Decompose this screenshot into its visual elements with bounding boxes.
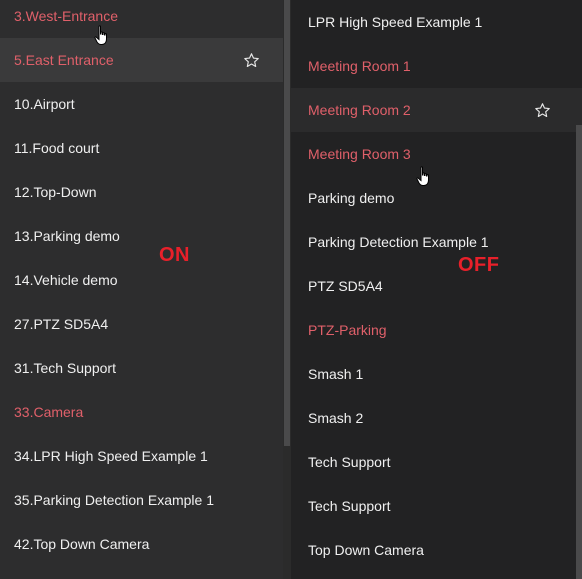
camera-item-smash-1[interactable]: Smash 1 [291, 352, 582, 396]
camera-item-label: Meeting Room 2 [308, 102, 411, 118]
camera-item-label: 35.Parking Detection Example 1 [14, 492, 214, 508]
camera-item-label: Top Down Camera [308, 542, 424, 558]
camera-item-label: 33.Camera [14, 404, 84, 420]
hand-pointer-icon [416, 166, 429, 186]
left-camera-list: 3.West-Entrance 5.East Entrance 10.Airport… [0, 0, 283, 566]
star-outline-icon[interactable] [241, 38, 261, 82]
camera-item-label: Meeting Room 3 [308, 146, 411, 162]
right-camera-list-panel: LPR High Speed Example 1 Meeting Room 1 Me… [291, 0, 582, 579]
camera-item-meeting-room-2[interactable]: Meeting Room 2 [291, 88, 582, 132]
camera-item-12-top-down[interactable]: 12.Top-Down [0, 170, 283, 214]
camera-item-label: 11.Food court [14, 140, 100, 156]
camera-item-label: Smash 2 [308, 410, 364, 426]
camera-item-label: Tech Support [308, 498, 391, 514]
camera-item-label: Parking demo [308, 190, 395, 206]
camera-item-tech-support[interactable]: Tech Support [291, 440, 582, 484]
camera-item-label: 5.East Entrance [14, 52, 114, 68]
camera-item-3-west-entrance[interactable]: 3.West-Entrance [0, 0, 283, 38]
camera-item-label: PTZ-Parking [308, 322, 387, 338]
hand-pointer-icon [94, 25, 107, 45]
camera-item-label: Meeting Room 1 [308, 58, 411, 74]
camera-item-ptz-parking[interactable]: PTZ-Parking [291, 308, 582, 352]
camera-item-label: 13.Parking demo [14, 228, 120, 244]
camera-item-13-parking-demo[interactable]: 13.Parking demo [0, 214, 283, 258]
off-annotation: OFF [458, 254, 500, 276]
camera-item-33-camera[interactable]: 33.Camera [0, 390, 283, 434]
camera-item-42-top-down-camera[interactable]: 42.Top Down Camera [0, 522, 283, 566]
camera-item-label: 34.LPR High Speed Example 1 [14, 448, 208, 464]
camera-item-label: 12.Top-Down [14, 184, 97, 200]
right-camera-list: LPR High Speed Example 1 Meeting Room 1 Me… [291, 0, 582, 572]
camera-item-label: 10.Airport [14, 96, 75, 112]
camera-item-10-airport[interactable]: 10.Airport [0, 82, 283, 126]
camera-item-label: 27.PTZ SD5A4 [14, 316, 109, 332]
camera-item-label: 31.Tech Support [14, 360, 116, 376]
camera-item-34-lpr-high-speed-example-1[interactable]: 34.LPR High Speed Example 1 [0, 434, 283, 478]
right-scrollbar[interactable] [576, 125, 582, 579]
camera-item-5-east-entrance[interactable]: 5.East Entrance [0, 38, 283, 82]
camera-item-parking-demo[interactable]: Parking demo [291, 176, 582, 220]
camera-item-label: Parking Detection Example 1 [308, 234, 489, 250]
camera-item-label: PTZ SD5A4 [308, 278, 383, 294]
camera-item-label: 42.Top Down Camera [14, 536, 150, 552]
camera-item-label: 14.Vehicle demo [14, 272, 118, 288]
camera-item-14-vehicle-demo[interactable]: 14.Vehicle demo [0, 258, 283, 302]
camera-item-tech-support[interactable]: Tech Support [291, 484, 582, 528]
camera-item-smash-2[interactable]: Smash 2 [291, 396, 582, 440]
camera-item-label: LPR High Speed Example 1 [308, 14, 483, 30]
camera-item-meeting-room-3[interactable]: Meeting Room 3 [291, 132, 582, 176]
left-scrollbar[interactable] [284, 0, 290, 446]
camera-item-label: Smash 1 [308, 366, 364, 382]
camera-item-label: 3.West-Entrance [14, 8, 119, 24]
on-annotation: ON [159, 244, 190, 266]
star-outline-icon[interactable] [532, 88, 552, 132]
left-camera-list-panel: 3.West-Entrance 5.East Entrance 10.Airport… [0, 0, 283, 579]
camera-item-27-ptz-sd5a4[interactable]: 27.PTZ SD5A4 [0, 302, 283, 346]
camera-item-35-parking-detection-example-1[interactable]: 35.Parking Detection Example 1 [0, 478, 283, 522]
camera-item-meeting-room-1[interactable]: Meeting Room 1 [291, 44, 582, 88]
camera-item-lpr-high-speed-example-1[interactable]: LPR High Speed Example 1 [291, 0, 582, 44]
camera-item-parking-detection-example-1[interactable]: Parking Detection Example 1 [291, 220, 582, 264]
camera-item-11-food-court[interactable]: 11.Food court [0, 126, 283, 170]
camera-item-top-down-camera[interactable]: Top Down Camera [291, 528, 582, 572]
camera-item-ptz-sd5a4[interactable]: PTZ SD5A4 [291, 264, 582, 308]
camera-item-31-tech-support[interactable]: 31.Tech Support [0, 346, 283, 390]
camera-item-label: Tech Support [308, 454, 391, 470]
